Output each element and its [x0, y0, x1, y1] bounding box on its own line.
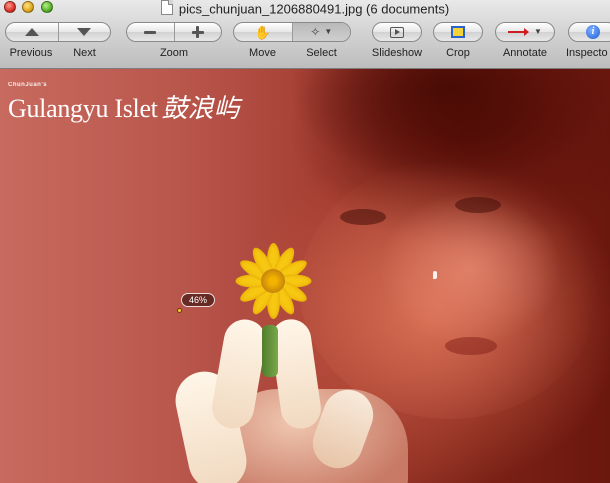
tool-mode-control: ✋ ✧ ▼ [233, 22, 351, 42]
arrow-right-icon [508, 28, 530, 36]
inspector-cell: i [569, 23, 610, 41]
window-title: pics_chunjuan_1206880491.jpg (6 document… [0, 0, 610, 18]
crop-icon [451, 26, 465, 38]
annotate-cell: ▼ [496, 23, 554, 41]
document-icon[interactable] [160, 0, 173, 16]
photo-mouth [445, 337, 497, 355]
cursor-mark [433, 271, 437, 279]
preview-window: pics_chunjuan_1206880491.jpg (6 document… [0, 0, 610, 483]
watermark-cjk: 鼓浪屿 [161, 94, 240, 124]
move-tool-button[interactable]: ✋ [234, 23, 293, 41]
toolbar: Previous Next Zoom ✋ ✧ ▼ Move Select Sli… [0, 20, 610, 66]
slideshow-button[interactable] [372, 22, 422, 42]
crop-label: Crop [446, 47, 470, 59]
window-title-text: pics_chunjuan_1206880491.jpg (6 document… [178, 1, 450, 17]
watermark-title-row: Gulangyu Islet 鼓浪屿 [8, 88, 240, 125]
window-chrome: pics_chunjuan_1206880491.jpg (6 document… [0, 0, 610, 69]
minus-icon [144, 30, 157, 34]
photo-flower-stem [262, 325, 278, 377]
photo-hand [170, 299, 428, 483]
photo-watermark: ChunJuan's Gulangyu Islet 鼓浪屿 [8, 82, 240, 125]
select-tool-button[interactable]: ✧ ▼ [292, 23, 350, 41]
inspector-button[interactable]: i [568, 22, 610, 42]
crop-button[interactable] [433, 22, 483, 42]
plus-icon [191, 26, 204, 38]
info-icon: i [586, 25, 600, 39]
photo-eye-right [455, 197, 501, 213]
zoom-label: Zoom [159, 47, 189, 59]
magic-wand-icon: ✧ [310, 25, 321, 39]
next-label: Next [73, 47, 96, 59]
hand-icon: ✋ [254, 24, 271, 40]
annotate-label: Annotate [502, 47, 548, 59]
photo-flower [235, 243, 312, 319]
zoom-in-button[interactable] [175, 23, 222, 41]
previous-label: Previous [9, 47, 53, 59]
previous-button[interactable] [6, 23, 59, 41]
previous-next-control [5, 22, 111, 42]
slideshow-cell [373, 23, 421, 41]
inspector-label: Inspecto [566, 47, 608, 59]
watermark-title: Gulangyu Islet [8, 94, 158, 123]
title-bar: pics_chunjuan_1206880491.jpg (6 document… [0, 0, 610, 16]
slideshow-icon [390, 26, 404, 38]
zoom-level-badge: 46% [181, 293, 215, 307]
chevron-down-icon: ▼ [324, 27, 333, 36]
annotate-button[interactable]: ▼ [495, 22, 555, 42]
zoom-control [126, 22, 222, 42]
image-canvas[interactable]: ChunJuan's Gulangyu Islet 鼓浪屿 46% [0, 69, 610, 483]
flower-center [261, 269, 285, 293]
crop-cell [434, 23, 482, 41]
next-button[interactable] [59, 23, 111, 41]
zoom-handle[interactable] [177, 308, 182, 313]
select-label: Select [306, 47, 337, 59]
arrow-up-icon [24, 28, 39, 36]
move-label: Move [249, 47, 276, 59]
zoom-out-button[interactable] [127, 23, 175, 41]
slideshow-label: Slideshow [371, 47, 423, 59]
chevron-down-icon: ▼ [534, 27, 542, 36]
photo-eye-left [340, 209, 386, 225]
watermark-byline: ChunJuan's [8, 82, 48, 88]
arrow-down-icon [77, 28, 92, 36]
